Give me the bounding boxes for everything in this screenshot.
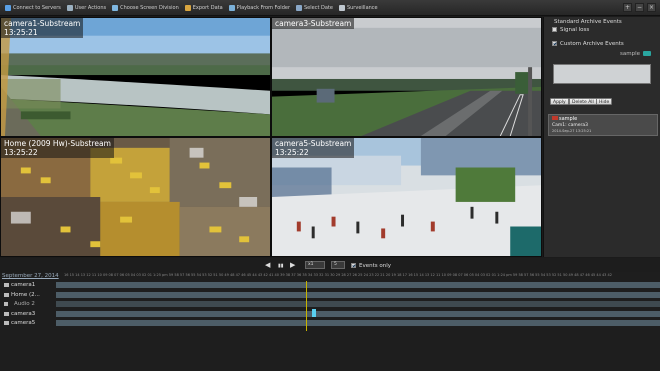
tile-label: camera5-Substream 13:25:22 <box>272 138 355 158</box>
tile-title: camera5-Substream <box>275 139 352 148</box>
step-select[interactable]: 5 <box>331 261 345 269</box>
event-marker-icon <box>552 116 558 120</box>
sample-label: sample <box>620 51 640 57</box>
folder-icon <box>228 4 235 11</box>
track-bar-camera5[interactable] <box>56 320 660 326</box>
tile-label: camera3-Substream <box>272 18 355 29</box>
video-grid: camera1-Substream 13:25:21 camera3-Subst… <box>0 17 542 257</box>
connect-servers-button[interactable]: Connect to Servers <box>2 0 64 16</box>
delete-all-button[interactable]: Delete All <box>569 98 597 105</box>
event-source: Cam1: camera3 <box>552 123 588 128</box>
camera-icon <box>4 283 9 287</box>
user-actions-button[interactable]: User Actions <box>64 0 109 16</box>
checkbox-checked-icon <box>552 41 557 46</box>
window-controls: + − × <box>623 3 656 12</box>
new-window-button[interactable]: + <box>623 3 632 12</box>
export-data-button[interactable]: Export Data <box>182 0 226 16</box>
tile-title: Home (2009 Hw)-Substream <box>4 139 111 148</box>
close-button[interactable]: × <box>647 3 656 12</box>
next-icon[interactable]: ▶ <box>290 261 295 269</box>
track-label-camera5: camera5 <box>11 320 36 326</box>
event-marker[interactable] <box>312 309 316 317</box>
track-label-audio2: Audio 2 <box>14 301 35 307</box>
speed-select[interactable]: x1 <box>305 261 325 269</box>
standard-events-title: Standard Archive Events <box>554 19 622 25</box>
custom-events-checkbox[interactable]: Custom Archive Events <box>552 41 624 47</box>
camera-icon <box>4 312 9 316</box>
pause-icon[interactable]: ▮▮ <box>278 262 284 270</box>
track-label-camera3: camera3 <box>11 311 36 317</box>
track-bar-camera1[interactable] <box>56 282 660 288</box>
minimize-button[interactable]: − <box>635 3 644 12</box>
export-icon <box>184 4 191 11</box>
events-only-checkbox[interactable]: Events only <box>351 262 391 270</box>
track-bar-audio2[interactable] <box>56 301 660 307</box>
tile-label: camera1-Substream 13:25:21 <box>1 18 84 38</box>
camera-icon <box>4 293 9 297</box>
screen-division-button[interactable]: Choose Screen Division <box>109 0 182 16</box>
surveillance-button[interactable]: Surveillance <box>336 0 381 16</box>
tile-time: 13:25:22 <box>275 148 309 157</box>
monitor-icon <box>338 4 345 11</box>
video-tile-home[interactable]: Home (2009 Hw)-Substream 13:25:22 <box>0 137 271 257</box>
server-icon <box>5 4 11 11</box>
camera-icon <box>4 321 9 325</box>
calendar-icon <box>296 4 302 11</box>
track-label-camera1: camera1 <box>11 282 36 288</box>
tile-title: camera3-Substream <box>275 19 352 28</box>
tile-label: Home (2009 Hw)-Substream 13:25:22 <box>1 138 114 158</box>
checkbox-icon <box>552 27 557 32</box>
playback-folder-button[interactable]: Playback From Folder <box>226 0 293 16</box>
speaker-icon <box>4 302 8 306</box>
apply-button[interactable]: Apply <box>550 98 569 105</box>
event-list-item[interactable]: sample Cam1: camera3 2014-Sep-27 13:25:2… <box>548 114 658 136</box>
tile-time: 13:25:22 <box>4 148 38 157</box>
timeline-date[interactable]: September 27, 2014 <box>2 273 59 279</box>
archive-events-panel: Standard Archive Events Signal loss Cust… <box>543 17 660 257</box>
event-date: 2014-Sep-27 13:25:21 <box>552 129 592 133</box>
color-swatch-icon[interactable] <box>643 51 651 56</box>
checkbox-checked-icon <box>351 263 356 268</box>
video-tile-camera5[interactable]: camera5-Substream 13:25:22 <box>271 137 542 257</box>
track-bar-camera3[interactable] <box>56 311 660 317</box>
select-date-button[interactable]: Select Date <box>293 0 336 16</box>
tile-title: camera1-Substream <box>4 19 81 28</box>
signal-loss-checkbox[interactable]: Signal loss <box>552 27 589 33</box>
hide-button[interactable]: Hide <box>596 98 613 105</box>
track-bar-home[interactable] <box>56 292 660 298</box>
time-ruler: 16 15 14 13 12 11 10 09 08 07 06 05 04 0… <box>64 273 612 277</box>
grid-icon <box>112 4 119 11</box>
timeline[interactable]: September 27, 2014 16 15 14 13 12 11 10 … <box>0 272 660 371</box>
user-icon <box>66 4 73 11</box>
track-label-home: Home (2... <box>11 292 40 298</box>
playhead-cursor[interactable] <box>306 281 307 331</box>
event-description-field[interactable] <box>553 64 651 84</box>
video-frame <box>272 18 541 136</box>
video-tile-camera1[interactable]: camera1-Substream 13:25:21 <box>0 17 271 137</box>
previous-icon[interactable]: ◀ <box>265 261 270 269</box>
video-tile-camera3[interactable]: camera3-Substream <box>271 17 542 137</box>
main-toolbar: Connect to Servers User Actions Choose S… <box>0 0 660 16</box>
tile-time: 13:25:21 <box>4 28 38 37</box>
event-name-row: sample <box>552 116 577 122</box>
playback-controls: ◀ ▮▮ ▶ x1 5 Events only <box>0 258 660 272</box>
